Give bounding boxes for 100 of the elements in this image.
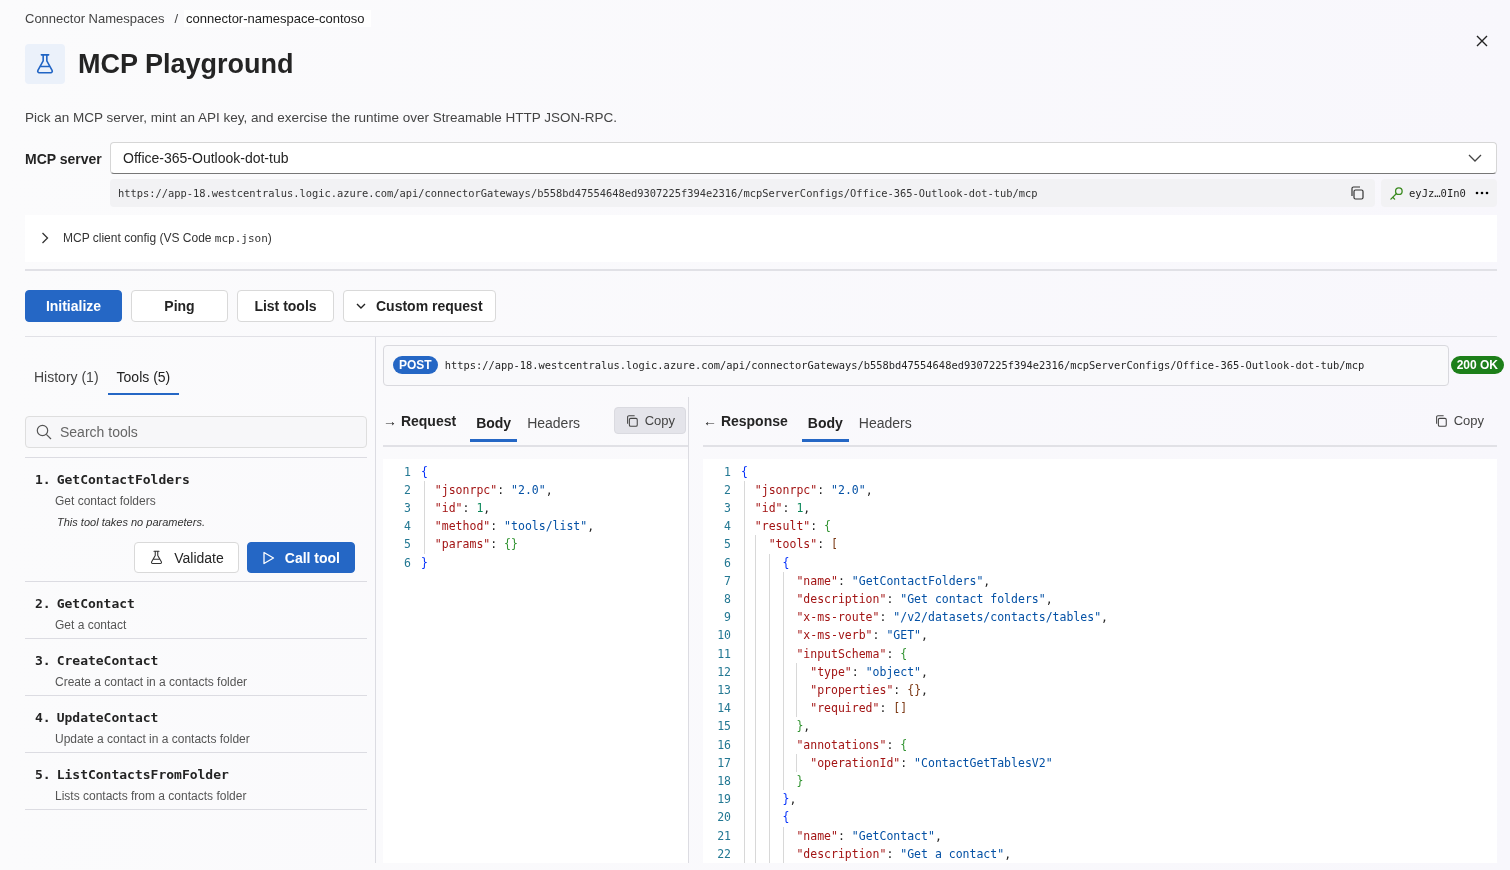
code-line: { xyxy=(741,463,748,481)
tool-name: GetContactFolders xyxy=(56,472,190,487)
chevron-down-icon xyxy=(356,303,366,309)
tool-list-item[interactable]: 1. GetContactFolders Get contact folders This tool takes no parameters. Validate Call tool xyxy=(25,458,367,582)
line-number: 9 xyxy=(723,609,731,627)
code-line: "inputSchema": { xyxy=(741,644,908,663)
field-label: MCP server xyxy=(25,150,103,169)
code-line: "x-ms-verb": "GET", xyxy=(741,626,928,645)
search-icon xyxy=(36,424,52,440)
action-button[interactable]: Initialize xyxy=(25,290,122,322)
copy-button[interactable]: Copy xyxy=(613,407,686,435)
tool-list-item[interactable]: 3. CreateContact Create a contact in a contacts folder xyxy=(25,639,367,696)
request-url: https://app-18.westcentralus.logic.azure.com/api/connectorGateways/b558bd47554648ed9307225f394e2316/mcpServerConfigs/Office-365-Outlook-dot-tub/mcp xyxy=(444,359,1366,372)
panel-title: ← Response xyxy=(703,412,788,429)
tool-number: 5. xyxy=(35,767,51,782)
code-line: "type": "object", xyxy=(741,662,928,681)
line-number: 17 xyxy=(716,754,731,772)
code-line: "jsonrpc": "2.0", xyxy=(741,480,873,499)
panel-title: → Request xyxy=(383,412,457,429)
code-line: "name": "GetContact", xyxy=(741,826,942,845)
code-line: }, xyxy=(741,790,797,809)
copy-icon xyxy=(624,413,639,428)
tool-description: Get a contact xyxy=(55,618,128,632)
copy-button[interactable] xyxy=(1349,185,1365,201)
code-line: "jsonrpc": "2.0", xyxy=(421,480,553,499)
tab[interactable]: History (1) xyxy=(25,361,108,395)
code-line: "params": {} xyxy=(421,535,518,554)
tab[interactable]: Body xyxy=(470,407,518,443)
tab[interactable]: Headers xyxy=(521,407,587,443)
server-dropdown[interactable]: Office-365-Outlook-dot-tub xyxy=(110,142,1497,174)
code-line: "tools": [ xyxy=(741,535,838,554)
tool-name: CreateContact xyxy=(56,653,159,668)
page-description: Pick an MCP server, mint an API key, and exercise the runtime over Streamable HTTP JSON-RPC. xyxy=(25,110,618,125)
code-line: { xyxy=(741,808,790,827)
code-line: "id": 1, xyxy=(421,498,491,518)
line-number: 22 xyxy=(716,845,731,863)
action-button[interactable]: List tools xyxy=(237,290,334,322)
line-number: 21 xyxy=(716,827,731,845)
code-line: } xyxy=(741,772,804,791)
tool-name: UpdateContact xyxy=(56,710,159,725)
action-button[interactable]: Ping xyxy=(131,290,228,322)
code-line: "method": "tools/list", xyxy=(421,517,595,536)
tool-list-item[interactable]: 4. UpdateContact Update a contact in a contacts folder xyxy=(25,696,367,753)
api-key-chip[interactable]: eyJz…0In0 xyxy=(1381,179,1497,207)
code-line: "name": "GetContactFolders", xyxy=(741,571,991,590)
search-field[interactable]: Search tools xyxy=(25,416,367,448)
tool-name: GetContact xyxy=(56,596,135,611)
flask-icon xyxy=(34,53,56,75)
parameters-note: This tool takes no parameters. xyxy=(57,516,206,528)
tab[interactable]: Tools (5) xyxy=(107,361,180,395)
chevron-right-icon xyxy=(41,232,49,244)
tool-list-item[interactable]: 2. GetContact Get a contact xyxy=(25,582,367,639)
tool-number: 3. xyxy=(35,653,51,668)
tab[interactable]: Body xyxy=(801,407,849,443)
breadcrumb-link[interactable]: connector-namespace-contoso xyxy=(184,9,371,27)
line-number: 13 xyxy=(716,681,731,699)
breadcrumb-separator: / xyxy=(174,10,179,26)
line-number: 16 xyxy=(716,736,731,754)
line-number: 19 xyxy=(716,791,731,809)
validate-button[interactable]: Validate xyxy=(134,542,239,573)
code-line: "description": "Get contact folders", xyxy=(741,589,1053,609)
code-line: "annotations": { xyxy=(741,735,908,754)
tab[interactable]: Headers xyxy=(852,407,918,443)
tool-description: Get contact folders xyxy=(55,494,157,508)
dropdown-button[interactable]: Custom request xyxy=(343,290,496,322)
line-number: 3 xyxy=(403,499,411,517)
copy-icon xyxy=(1433,413,1448,428)
code-line: { xyxy=(741,553,790,572)
tool-number: 2. xyxy=(35,596,51,611)
call-tool-button[interactable]: Call tool xyxy=(246,542,355,573)
api-key-text: eyJz…0In0 xyxy=(1409,187,1467,199)
line-number: 8 xyxy=(723,590,731,608)
more-icon xyxy=(1475,191,1489,195)
tool-number: 1. xyxy=(35,472,51,487)
flask-icon xyxy=(149,550,165,565)
line-number: 7 xyxy=(723,572,731,590)
code-line: "x-ms-route": "/v2/datasets/contacts/tables", xyxy=(741,608,1108,627)
line-number: 18 xyxy=(716,773,731,790)
line-number: 2 xyxy=(723,481,731,499)
tool-number: 4. xyxy=(35,710,51,725)
config-expander[interactable]: MCP client config (VS Code mcp.json) xyxy=(25,231,272,245)
code-line: "id": 1, xyxy=(741,498,811,518)
code-line: }, xyxy=(741,717,811,736)
line-number: 6 xyxy=(403,554,411,572)
copy-button[interactable]: Copy xyxy=(1422,407,1495,435)
tool-description: Lists contacts from a contacts folder xyxy=(55,789,248,803)
line-number: 5 xyxy=(723,536,731,554)
status-badge: 200 OK xyxy=(1450,356,1504,375)
tool-name: ListContactsFromFolder xyxy=(56,767,229,782)
tool-list-item[interactable]: 5. ListContactsFromFolder Lists contacts from a contacts folder xyxy=(25,753,367,810)
key-icon xyxy=(1389,185,1404,201)
code-line: { xyxy=(421,463,428,481)
play-icon xyxy=(261,550,275,565)
breadcrumb-link[interactable]: Connector Namespaces xyxy=(25,9,169,27)
line-number: 1 xyxy=(403,463,411,481)
code-line: "result": { xyxy=(741,517,832,536)
line-number: 4 xyxy=(403,518,411,536)
tool-description: Update a contact in a contacts folder xyxy=(55,732,251,746)
line-number: 20 xyxy=(716,809,731,827)
line-number: 2 xyxy=(403,481,411,499)
